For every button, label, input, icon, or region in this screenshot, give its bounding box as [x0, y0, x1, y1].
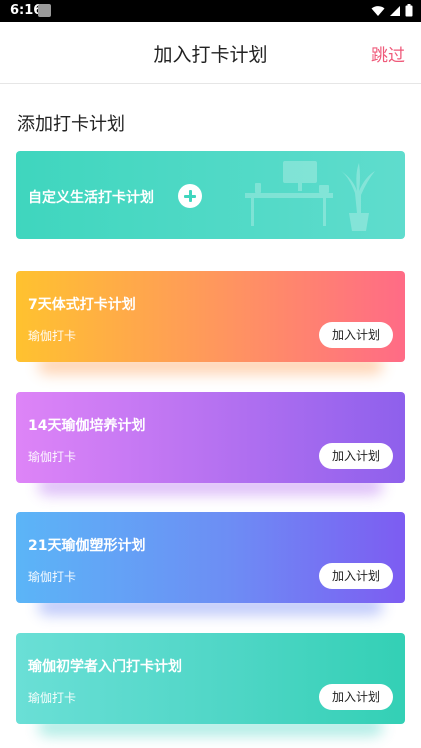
- plan-title: 14天瑜伽培养计划: [28, 418, 146, 434]
- plan-card-14-day: 14天瑜伽培养计划 瑜伽打卡 加入计划: [16, 392, 405, 495]
- plan-subtitle: 瑜伽打卡: [28, 329, 77, 343]
- desk-illustration-icon: [245, 161, 375, 231]
- signal-icon: [390, 5, 400, 16]
- plan-card-beginner: 瑜伽初学者入门打卡计划 瑜伽打卡 加入计划: [16, 633, 405, 736]
- plan-title: 21天瑜伽塑形计划: [28, 538, 146, 554]
- notification-icon: [38, 4, 51, 17]
- join-plan-button[interactable]: 加入计划: [319, 443, 393, 469]
- plan-card-21-day: 21天瑜伽塑形计划 瑜伽打卡 加入计划: [16, 512, 405, 615]
- plan-subtitle: 瑜伽打卡: [28, 691, 77, 705]
- plan-subtitle: 瑜伽打卡: [28, 450, 77, 464]
- app-header: 加入打卡计划 跳过: [0, 22, 421, 84]
- plan-title: 7天体式打卡计划: [28, 297, 136, 313]
- add-custom-plan-icon[interactable]: [178, 184, 202, 208]
- battery-icon: [405, 4, 413, 17]
- plan-subtitle: 瑜伽打卡: [28, 570, 77, 584]
- custom-plan-card[interactable]: 自定义生活打卡计划: [16, 151, 405, 239]
- custom-plan-label: 自定义生活打卡计划: [28, 190, 154, 206]
- status-bar: 6:16: [0, 0, 421, 22]
- join-plan-button[interactable]: 加入计划: [319, 684, 393, 710]
- skip-button[interactable]: 跳过: [371, 41, 405, 66]
- wifi-icon: [371, 5, 385, 16]
- page-title: 加入打卡计划: [153, 44, 268, 66]
- section-title: 添加打卡计划: [17, 114, 125, 135]
- status-icons: [371, 4, 413, 17]
- plan-card-7-day: 7天体式打卡计划 瑜伽打卡 加入计划: [16, 271, 405, 374]
- join-plan-button[interactable]: 加入计划: [319, 563, 393, 589]
- plan-title: 瑜伽初学者入门打卡计划: [28, 659, 182, 675]
- join-plan-button[interactable]: 加入计划: [319, 322, 393, 348]
